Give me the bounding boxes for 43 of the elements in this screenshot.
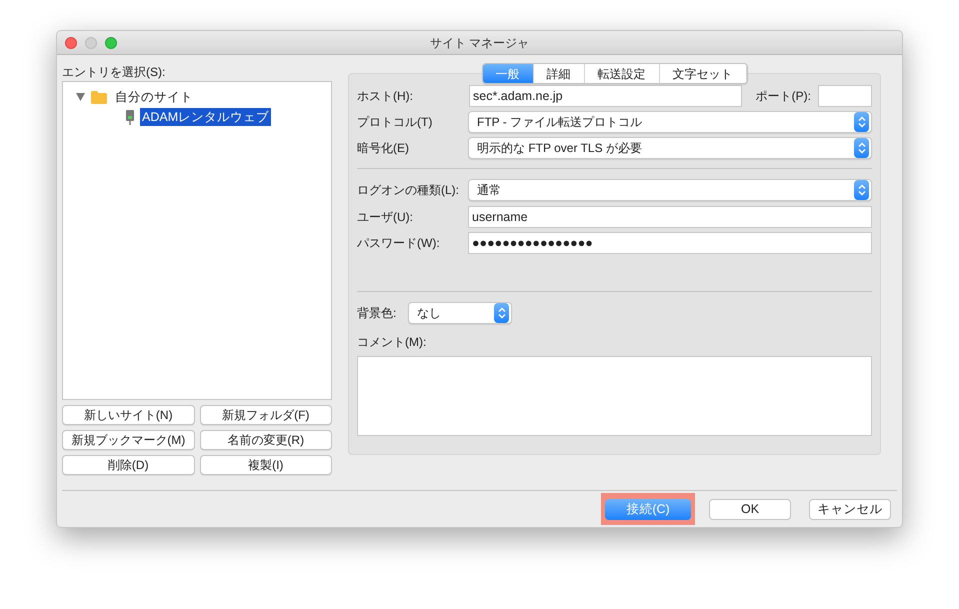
input-field[interactable]: sec*.adam.ne.jp [469, 85, 742, 107]
field-label: ユーザ(U): [357, 209, 414, 226]
stepper-icon [494, 303, 509, 323]
minimize-button[interactable] [85, 36, 97, 48]
field-label: コメント(M): [357, 334, 428, 351]
action-button[interactable]: 複製(I) [200, 455, 332, 475]
action-button[interactable]: 名前の変更(R) [200, 430, 332, 450]
dropdown[interactable]: なし [408, 302, 512, 324]
dialog-button[interactable]: キャンセル [809, 498, 891, 520]
field-label: ポート(P): [756, 88, 811, 105]
close-button[interactable] [65, 36, 77, 48]
dropdown[interactable]: FTP - ファイル転送プロトコル [468, 111, 872, 133]
action-button[interactable]: 新規ブックマーク(M) [62, 430, 194, 450]
dropdown[interactable]: 通常 [468, 179, 872, 201]
stepper-icon [854, 180, 869, 200]
field-label: 暗号化(E) [357, 140, 410, 157]
zoom-button[interactable] [105, 36, 117, 48]
tab[interactable]: 文字セット [660, 64, 746, 83]
action-button[interactable]: 新規フォルダ(F) [200, 405, 332, 425]
field-label: 背景色: [357, 305, 398, 322]
action-button[interactable]: 新しいサイト(N) [62, 405, 194, 425]
stepper-icon [854, 138, 869, 158]
input-field[interactable]: username [468, 206, 872, 228]
action-button[interactable]: 削除(D) [62, 455, 194, 475]
tree-item[interactable]: ADAMレンタルウェブ [140, 108, 272, 126]
tab[interactable]: 詳細 [534, 64, 584, 83]
field-label: プロトコル(T) [357, 114, 434, 131]
dropdown[interactable]: 明示的な FTP over TLS が必要 [468, 137, 872, 159]
tree-item[interactable]: 自分のサイト [113, 88, 195, 106]
dialog-button[interactable]: OK [709, 498, 791, 520]
comment-field[interactable] [357, 356, 872, 436]
stepper-icon [854, 112, 869, 132]
field-label: パスワード(W): [357, 235, 441, 252]
server-icon [126, 110, 134, 124]
field-label: ログオンの種類(L): [357, 182, 460, 199]
input-field[interactable] [818, 85, 872, 107]
window-title: サイト マネージャ [430, 34, 530, 52]
tab[interactable]: 転送設定 [584, 64, 660, 83]
field-label: ホスト(H): [357, 88, 414, 105]
section-label: エントリを選択(S): [62, 64, 166, 81]
input-field[interactable]: ●●●●●●●●●●●●●●●● [468, 232, 872, 254]
folder-icon [91, 90, 107, 104]
disclosure-triangle-icon[interactable] [76, 93, 85, 101]
